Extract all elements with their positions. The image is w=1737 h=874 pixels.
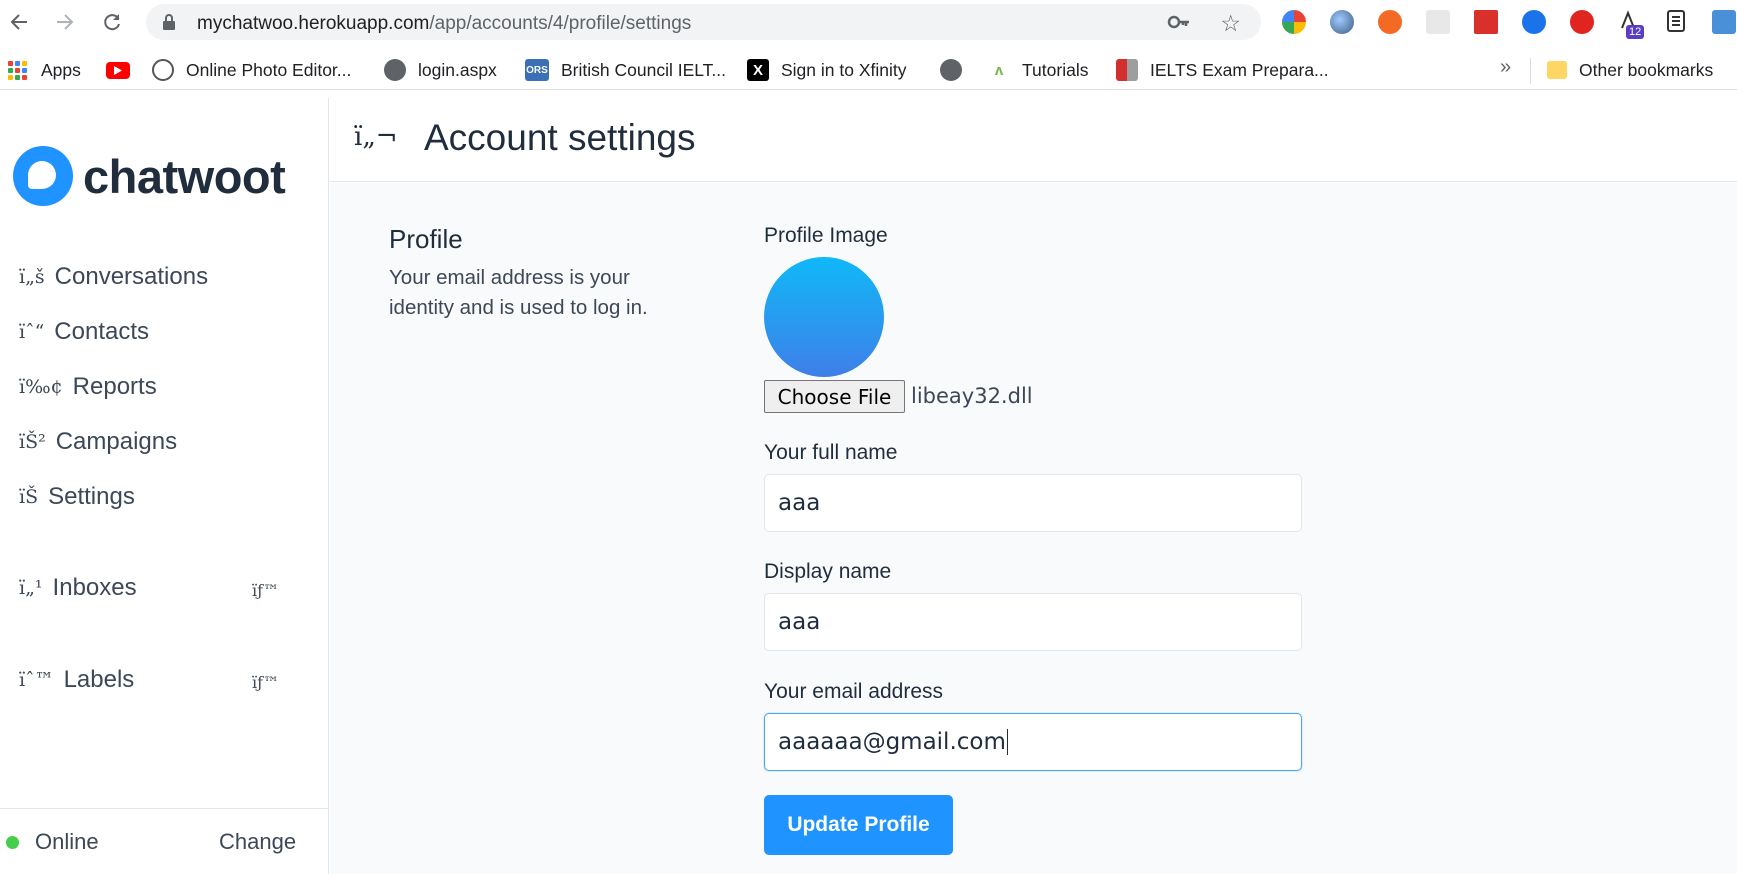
brand-name: chatwoot: [83, 149, 286, 203]
choose-file-button[interactable]: Choose File: [764, 380, 905, 413]
ielts-icon: [1116, 59, 1138, 81]
page-header: ï„¬ Account settings: [330, 98, 1737, 182]
bookmark-xfinity[interactable]: X Sign in to Xfinity: [747, 58, 906, 82]
profile-image-label: Profile Image: [764, 224, 888, 247]
sync-extension-icon[interactable]: [1570, 10, 1594, 34]
ors-icon: ORS: [525, 59, 549, 81]
bookmark-other[interactable]: Other bookmarks: [1547, 58, 1713, 82]
add-label-icon[interactable]: ïƒ™: [252, 673, 279, 692]
update-profile-button[interactable]: Update Profile: [764, 795, 953, 855]
globe-extension-icon[interactable]: [1330, 10, 1354, 34]
campaigns-icon: ïŠ²: [19, 431, 46, 453]
bookmarks-divider: [1530, 58, 1531, 84]
email-label: Your email address: [764, 680, 943, 703]
email-input[interactable]: aaaaaa@gmail.com: [764, 713, 1302, 771]
sidebar-item-labels[interactable]: ïˆ™ Labels: [19, 666, 134, 694]
sidebar-item-label: Settings: [48, 483, 135, 510]
lifebuoy-extension-icon[interactable]: [1378, 10, 1402, 34]
globe-icon: [940, 59, 962, 81]
photo-editor-icon: [152, 59, 174, 81]
inboxes-icon: ï„¹: [19, 577, 43, 599]
online-status-icon: [6, 836, 19, 849]
bookmark-british-council[interactable]: ORS British Council IELT...: [525, 58, 726, 82]
globe-icon: [384, 59, 406, 81]
sidebar-item-contacts[interactable]: ïˆ“ Contacts: [19, 318, 149, 346]
availability-footer: Online Change: [0, 808, 329, 874]
sidebar-item-label: Inboxes: [52, 574, 137, 601]
chatwoot-logo-icon: [13, 146, 73, 206]
translate-extension-icon[interactable]: [1712, 10, 1736, 34]
full-name-label: Your full name: [764, 441, 898, 464]
settings-icon: ïŠ: [19, 486, 39, 508]
profile-settings-panel: Profile Your email address is your ident…: [330, 183, 1737, 874]
profile-avatar: [764, 257, 884, 377]
conversations-icon: ï„š: [19, 266, 45, 288]
book-extension-icon[interactable]: [1474, 10, 1498, 34]
lock-icon: [163, 14, 175, 30]
back-arrow-icon[interactable]: [5, 8, 33, 36]
sidebar-item-label: Conversations: [54, 263, 209, 290]
display-name-label: Display name: [764, 560, 892, 583]
change-status-button[interactable]: Change: [219, 829, 296, 855]
address-bar[interactable]: mychatwoo.herokuapp.com/app/accounts/4/p…: [146, 4, 1261, 40]
bookmark-tutorials[interactable]: ʌ Tutorials: [988, 58, 1089, 82]
chrome-extension-icon[interactable]: [1282, 10, 1306, 34]
apps-grid-icon: [8, 60, 27, 80]
sidebar-item-label: Reports: [72, 373, 157, 400]
browser-toolbar: mychatwoo.herokuapp.com/app/accounts/4/p…: [0, 0, 1737, 44]
sidebar-item-reports[interactable]: ï‰¢ Reports: [19, 373, 157, 401]
display-name-input[interactable]: aaa: [764, 593, 1302, 651]
bookmarks-bar: Apps Online Photo Editor... login.aspx O…: [0, 50, 1737, 90]
contacts-icon: ïˆ“: [19, 321, 45, 343]
bookmarks-overflow-chevron[interactable]: »: [1500, 56, 1511, 79]
key-icon[interactable]: [1167, 12, 1191, 32]
section-title: Profile: [389, 224, 463, 254]
bookmark-globe[interactable]: [940, 58, 974, 82]
bookmark-apps[interactable]: Apps: [8, 58, 81, 82]
availability-status: Online: [35, 829, 99, 854]
sidebar-item-label: Contacts: [54, 318, 150, 345]
full-name-input[interactable]: aaa: [764, 474, 1302, 532]
bookmark-star-icon[interactable]: ☆: [1220, 10, 1241, 37]
sidebar-item-label: Campaigns: [55, 428, 178, 455]
section-description: Your email address is your identity and …: [389, 266, 648, 319]
url-text: mychatwoo.herokuapp.com/app/accounts/4/p…: [197, 13, 692, 34]
sidebar-item-settings[interactable]: ïŠ Settings: [19, 483, 135, 511]
page-title: Account settings: [424, 117, 696, 158]
reload-icon[interactable]: [98, 8, 126, 36]
sidebar-item-label: Labels: [63, 666, 135, 693]
bookmark-ielts[interactable]: IELTS Exam Prepara...: [1116, 58, 1329, 82]
reports-icon: ï‰¢: [19, 376, 63, 398]
sidebar-item-conversations[interactable]: ï„š Conversations: [19, 263, 208, 291]
add-inbox-icon[interactable]: ïƒ™: [252, 581, 279, 600]
selected-file-name: libeay32.dll: [911, 384, 1033, 408]
blue-extension-icon[interactable]: [1522, 10, 1546, 34]
x-icon: X: [747, 59, 769, 81]
reader-extension-icon[interactable]: [1666, 10, 1690, 34]
bookmark-photo-editor[interactable]: Online Photo Editor...: [152, 58, 351, 82]
bookmark-login[interactable]: login.aspx: [384, 58, 497, 82]
bookmark-youtube[interactable]: [106, 58, 142, 82]
labels-icon: ïˆ™: [19, 669, 54, 691]
back-icon[interactable]: ï„¬: [354, 122, 398, 152]
folder-icon: [1547, 61, 1567, 79]
youtube-icon: [106, 61, 130, 79]
brand-logo[interactable]: chatwoot: [13, 146, 286, 206]
sidebar-item-campaigns[interactable]: ïŠ² Campaigns: [19, 428, 177, 456]
sidebar: chatwoot ï„š Conversations ïˆ“ Contacts …: [0, 98, 329, 874]
extension-badge: 12: [1626, 25, 1645, 39]
forward-arrow-icon[interactable]: [51, 8, 79, 36]
tutorials-icon: ʌ: [994, 61, 1004, 79]
text-caret: [1006, 729, 1008, 755]
grid-extension-icon[interactable]: [1426, 10, 1450, 34]
sidebar-item-inboxes[interactable]: ï„¹ Inboxes: [19, 574, 137, 602]
